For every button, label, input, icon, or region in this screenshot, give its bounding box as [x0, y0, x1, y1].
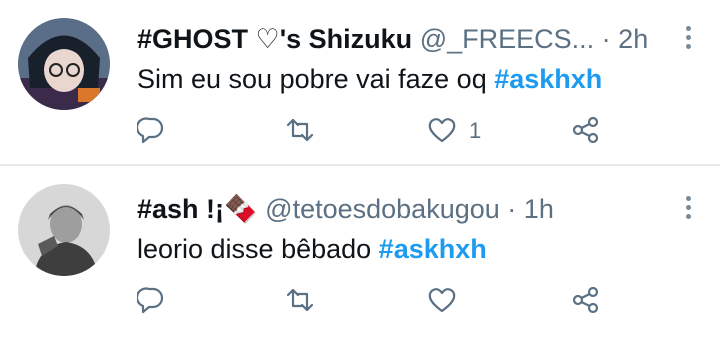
like-button[interactable]: 1 [427, 116, 507, 146]
tweet-text: Sim eu sou pobre vai faze oq #askhxh [137, 62, 602, 96]
retweet-button[interactable] [285, 286, 325, 316]
display-name[interactable]: #GHOST ♡'s Shizuku [137, 24, 412, 54]
reply-icon [137, 117, 164, 144]
retweet-button[interactable] [285, 116, 325, 146]
avatar[interactable] [18, 18, 110, 110]
avatar[interactable] [18, 184, 110, 276]
tweet-header: #GHOST ♡'s Shizuku @_FREECS... · 2h [137, 22, 680, 56]
tweet-header: #ash !¡🍫 @tetoesdobakugou · 1h [137, 192, 680, 226]
reply-icon [137, 287, 164, 314]
like-count: 1 [469, 118, 482, 143]
reply-button[interactable] [137, 116, 177, 146]
tweet-text-content: leorio disse bêbado [137, 234, 379, 264]
timestamp[interactable]: 2h [618, 24, 648, 54]
share-icon [572, 116, 599, 144]
tweet-text-content: Sim eu sou pobre vai faze oq [137, 64, 495, 94]
hashtag-link[interactable]: #askhxh [494, 64, 602, 94]
share-button[interactable] [571, 286, 611, 316]
heart-icon [428, 118, 456, 143]
user-handle[interactable]: @_FREECS... [420, 24, 594, 54]
share-button[interactable] [571, 116, 611, 146]
tweet[interactable]: #GHOST ♡'s Shizuku @_FREECS... · 2h Sim … [0, 0, 720, 164]
like-button[interactable] [427, 286, 467, 316]
more-options-icon[interactable] [686, 196, 694, 222]
action-bar: 1 [137, 116, 617, 146]
tweet-text: leorio disse bêbado #askhxh [137, 232, 487, 266]
hashtag-link[interactable]: #askhxh [379, 234, 487, 264]
separator-dot: · [507, 194, 517, 224]
share-icon [572, 286, 599, 314]
more-options-icon[interactable] [686, 26, 694, 52]
user-handle[interactable]: @tetoesdobakugou [265, 194, 500, 224]
reply-button[interactable] [137, 286, 177, 316]
retweet-icon [286, 288, 314, 312]
heart-icon [428, 288, 456, 313]
separator-dot: · [601, 24, 611, 54]
action-bar [137, 286, 617, 316]
timestamp[interactable]: 1h [524, 194, 554, 224]
display-name[interactable]: #ash !¡🍫 [137, 194, 258, 224]
tweet[interactable]: #ash !¡🍫 @tetoesdobakugou · 1h leorio di… [0, 166, 720, 344]
retweet-icon [286, 118, 314, 142]
